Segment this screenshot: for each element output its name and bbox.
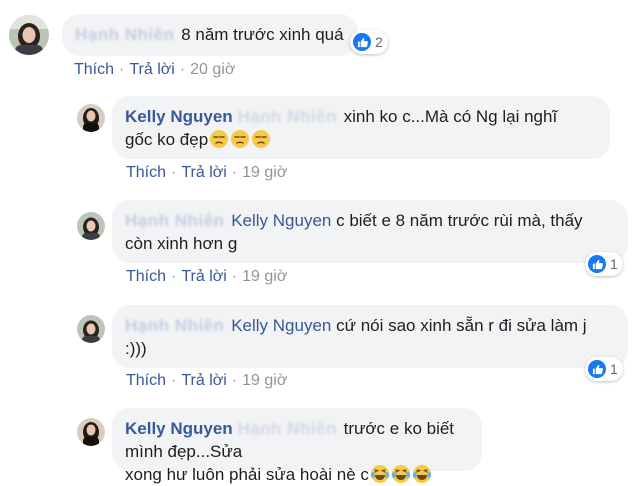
- reply-link[interactable]: Trả lời: [181, 268, 226, 285]
- tears-of-joy-emoji: [370, 465, 390, 483]
- reply-text-line-1: xinh ko c...Mà có Ng lại nghĩ: [343, 107, 558, 126]
- blurred-tag[interactable]: Hạnh Nhiên: [237, 105, 336, 128]
- reply-link[interactable]: Trả lời: [181, 372, 226, 389]
- tears-of-joy-emoji: [391, 465, 411, 483]
- reaction-count: 1: [610, 361, 618, 377]
- reply-text-line-2: :))): [125, 339, 147, 358]
- comment-actions: Thích · Trả lời · 20 giờ: [74, 61, 235, 79]
- reaction-summary[interactable]: 2: [350, 30, 388, 54]
- like-reaction-icon: [588, 255, 606, 273]
- avatar[interactable]: [77, 104, 105, 132]
- reply-text-line-2: gốc ko đẹp: [125, 130, 209, 149]
- timestamp[interactable]: 19 giờ: [242, 268, 287, 285]
- unamused-face-emoji: [252, 130, 271, 148]
- timestamp[interactable]: 19 giờ: [242, 372, 287, 389]
- reply-text-line-1: c biết e 8 năm trước rùi mà, thấy: [336, 211, 583, 230]
- tears-of-joy-emoji: [412, 465, 432, 483]
- separator-dot: ·: [231, 268, 238, 285]
- reply-link[interactable]: Trả lời: [181, 164, 226, 181]
- tagged-user[interactable]: Kelly Nguyen: [231, 316, 331, 335]
- reply-bubble: Kelly Nguyen Hạnh Nhiên trước e ko biết …: [112, 408, 482, 484]
- avatar[interactable]: [77, 212, 105, 240]
- separator-dot: ·: [171, 372, 177, 389]
- reply-text-line-1: cứ nói sao xinh sẵn r đi sửa làm j: [336, 316, 587, 335]
- unamused-face-emoji: [210, 130, 229, 148]
- comment-text: 8 năm trước xinh quá: [181, 25, 344, 44]
- timestamp[interactable]: 20 giờ: [190, 61, 235, 78]
- timestamp[interactable]: 19 giờ: [242, 164, 287, 181]
- comment-actions: Thích · Trả lời · 19 giờ: [126, 372, 287, 390]
- separator-dot: ·: [231, 372, 238, 389]
- reaction-summary[interactable]: 1: [585, 357, 623, 381]
- like-link[interactable]: Thích: [74, 61, 114, 78]
- author-name[interactable]: Kelly Nguyen: [125, 107, 233, 126]
- separator-dot: ·: [171, 164, 177, 181]
- separator-dot: ·: [119, 61, 125, 78]
- tagged-user[interactable]: Kelly Nguyen: [231, 211, 331, 230]
- like-reaction-icon: [588, 360, 606, 378]
- separator-dot: ·: [171, 268, 177, 285]
- author-name[interactable]: Kelly Nguyen: [125, 419, 233, 438]
- separator-dot: ·: [179, 61, 186, 78]
- avatar[interactable]: [77, 315, 105, 343]
- emoji-group: [369, 465, 432, 484]
- reply-link[interactable]: Trả lời: [129, 61, 174, 78]
- unamused-face-emoji: [231, 130, 250, 148]
- reply-bubble: Kelly Nguyen Hạnh Nhiên xinh ko c...Mà c…: [112, 96, 610, 159]
- comment-actions: Thích · Trả lời · 19 giờ: [126, 268, 287, 286]
- separator-dot: ·: [231, 164, 238, 181]
- reaction-count: 2: [375, 34, 383, 50]
- reaction-count: 1: [610, 256, 618, 272]
- like-link[interactable]: Thích: [126, 268, 166, 285]
- comment-actions: Thích · Trả lời · 19 giờ: [126, 164, 287, 182]
- like-link[interactable]: Thích: [126, 164, 166, 181]
- reply-bubble: Hạnh Nhiên Kelly Nguyen c biết e 8 năm t…: [112, 200, 628, 263]
- emoji-group: [208, 130, 271, 149]
- avatar[interactable]: [9, 15, 49, 55]
- blurred-commenter-name[interactable]: Hạnh Nhiên: [125, 314, 224, 337]
- blurred-commenter-name[interactable]: Hạnh Nhiên: [75, 23, 174, 46]
- reaction-summary[interactable]: 1: [585, 252, 623, 276]
- reply-text-line-2: còn xinh hơn g: [125, 234, 238, 253]
- like-link[interactable]: Thích: [126, 372, 166, 389]
- avatar[interactable]: [77, 418, 105, 446]
- like-reaction-icon: [353, 33, 371, 51]
- blurred-tag[interactable]: Hạnh Nhiên: [237, 417, 336, 440]
- comment-bubble: Hạnh Nhiên 8 năm trước xinh quá: [62, 14, 358, 56]
- reply-bubble: Hạnh Nhiên Kelly Nguyen cứ nói sao xinh …: [112, 305, 628, 368]
- blurred-commenter-name[interactable]: Hạnh Nhiên: [125, 209, 224, 232]
- reply-text-line-2: xong hư luôn phải sửa hoài nè c: [125, 465, 369, 484]
